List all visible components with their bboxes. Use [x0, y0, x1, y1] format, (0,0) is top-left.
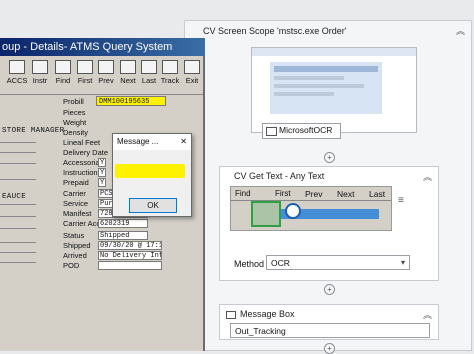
target-crosshair-icon [285, 203, 301, 219]
screen-preview-thumbnail[interactable] [251, 47, 417, 133]
message-text-value: Out_Tracking [235, 326, 286, 336]
add-activity-plus-icon[interactable]: + [324, 284, 335, 295]
cv-get-text-card[interactable]: CV Get Text - Any Text ︽ Find First Prev… [219, 166, 439, 281]
field-value[interactable]: Y [98, 168, 106, 177]
get-text-title: CV Get Text - Any Text [234, 171, 325, 181]
exit-icon [184, 60, 200, 74]
prev-icon [98, 60, 114, 74]
toolbar-label: ACCS [6, 76, 28, 85]
field-label: Delivery Date [63, 148, 109, 157]
track-icon [162, 60, 178, 74]
toolbar-label: Prev [98, 76, 114, 85]
preview-last: Last [369, 189, 386, 199]
dialog-titlebar: Message ... ✕ [113, 134, 191, 150]
chevron-down-icon: ▾ [400, 258, 405, 267]
field-label: POD [63, 261, 80, 270]
ocr-engine-activity[interactable]: MicrosoftOCR [262, 123, 341, 139]
collapse-chevron-icon[interactable]: ︽ [456, 24, 465, 37]
toolbar-label: Instr [32, 76, 48, 85]
ocr-engine-icon [266, 127, 277, 136]
side-label-manager: STORE MANAGER [2, 127, 65, 135]
toolbar-label: First [77, 76, 93, 85]
cv-screen-scope-card[interactable]: CV Screen Scope 'mstsc.exe Order' ︽ Micr… [184, 20, 472, 354]
preview-next: Next [337, 189, 355, 199]
side-label-eauce: EAUCE [2, 193, 27, 201]
field-label: Pieces [63, 108, 86, 117]
toolbar-button-next[interactable]: Next [117, 58, 139, 94]
method-dropdown[interactable]: OCR ▾ [266, 255, 410, 270]
field-value[interactable]: No Delivery Info [98, 251, 162, 260]
field-label: Shipped [63, 241, 91, 250]
instructions-icon [32, 60, 48, 74]
toolbar-button-instr[interactable]: Instr [29, 58, 51, 94]
method-label: Method [234, 259, 265, 269]
probill-label: Probill [63, 97, 84, 106]
screen-scope-title: CV Screen Scope 'mstsc.exe Order' [203, 26, 347, 36]
field-label: Weight [63, 118, 87, 127]
workflow-designer: CV Screen Scope 'mstsc.exe Order' ︽ Micr… [180, 20, 474, 354]
method-value: OCR [271, 258, 290, 268]
field-label: Density [63, 128, 89, 137]
find-icon [55, 60, 71, 74]
field-value[interactable]: Y [98, 178, 106, 187]
ok-button[interactable]: OK [129, 198, 177, 213]
toolbar-label: Exit [185, 76, 199, 85]
toolbar-button-last[interactable]: Last [138, 58, 160, 94]
first-icon [77, 60, 93, 74]
toolbar-label: Next [120, 76, 136, 85]
field-label: Manifest [63, 209, 92, 218]
field-value[interactable]: Y [98, 158, 106, 167]
preview-first: First [275, 189, 291, 198]
highlighted-message-text [115, 164, 185, 178]
anchor-green-box [251, 201, 281, 227]
toolbar-label: Find [55, 76, 71, 85]
toolbar-button-exit[interactable]: Exit [181, 58, 203, 94]
message-box-title: Message Box [240, 309, 295, 319]
dialog-title: Message ... [117, 137, 159, 146]
window-title: oup - Details- ATMS Query System [0, 38, 205, 56]
last-icon [141, 60, 157, 74]
probill-field[interactable]: DMM100195635 [96, 96, 166, 106]
toolbar-label: Last [141, 76, 157, 85]
target-preview[interactable]: Find First Prev Next Last [230, 186, 392, 231]
field-value[interactable]: Shipped [98, 231, 148, 240]
field-label: Service [63, 199, 89, 208]
toolbar-label: Track [160, 76, 180, 85]
add-activity-plus-icon[interactable]: + [324, 152, 335, 163]
close-icon[interactable]: ✕ [180, 134, 187, 150]
field-label: Carrier Acct [63, 219, 103, 228]
atms-query-window: oup - Details- ATMS Query System ACCS Ins… [0, 38, 205, 351]
field-label: Prepaid [63, 178, 89, 187]
message-text-field[interactable]: Out_Tracking [230, 323, 430, 338]
field-value[interactable]: 6202319 [98, 219, 148, 228]
message-box-icon [226, 311, 236, 319]
add-activity-plus-icon[interactable]: + [324, 343, 335, 354]
collapse-chevron-icon[interactable]: ︽ [423, 308, 432, 321]
field-label: Lineal Feet [63, 138, 101, 147]
toolbar-button-accs[interactable]: ACCS [6, 58, 28, 94]
collapse-chevron-icon[interactable]: ︽ [423, 170, 432, 183]
accs-icon [9, 60, 25, 74]
next-icon [120, 60, 136, 74]
toolbar-button-find[interactable]: Find [52, 58, 74, 94]
field-label: Instructions [63, 168, 102, 177]
ocr-engine-label: MicrosoftOCR [279, 125, 333, 135]
message-box-card[interactable]: Message Box ︽ Out_Tracking [219, 304, 439, 340]
preview-find: Find [235, 189, 251, 198]
field-value[interactable] [98, 261, 162, 270]
toolbar-button-prev[interactable]: Prev [95, 58, 117, 94]
message-box-dialog[interactable]: Message ... ✕ OK [112, 133, 192, 217]
field-label: Carrier [63, 189, 86, 198]
field-value[interactable]: 09/30/20 @ 17:18 [98, 241, 162, 250]
toolbar-button-first[interactable]: First [74, 58, 96, 94]
preview-prev: Prev [305, 189, 323, 199]
field-label: Status [63, 231, 85, 240]
toolbar-button-track[interactable]: Track [159, 58, 181, 94]
field-label: Arrived [63, 251, 87, 260]
probill-value: DMM100195635 [99, 98, 150, 106]
options-menu-icon[interactable]: ≡ [398, 195, 404, 206]
